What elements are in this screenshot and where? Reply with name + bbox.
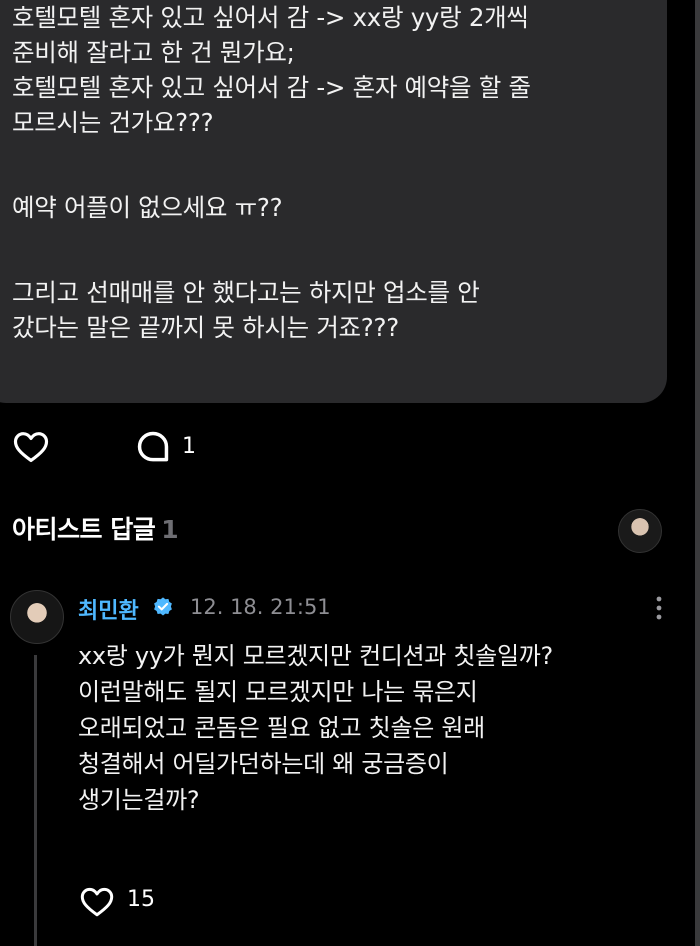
comment-line: xx랑 yy가 뭔지 모르겠지만 컨디션과 칫솔일까? <box>78 642 553 670</box>
comment-count: 1 <box>182 434 196 459</box>
comment-line: 오래되었고 콘돔은 필요 없고 칫솔은 원래 <box>78 714 485 742</box>
post-line: 그리고 선매매를 안 했다고는 하지만 업소를 안 <box>12 278 480 307</box>
post-line: 준비해 잘라고 한 건 뭔가요; <box>12 38 295 67</box>
more-options-icon[interactable] <box>652 594 666 624</box>
post-line: 갔다는 말은 끝까지 못 하시는 거죠??? <box>12 313 399 342</box>
verified-badge-icon <box>154 597 172 616</box>
comment-body: xx랑 yy가 뭔지 모르겠지만 컨디션과 칫솔일까? 이런말해도 될지 모르겠… <box>78 638 553 818</box>
post-line: 모르시는 건가요??? <box>12 108 214 137</box>
comment-timestamp: 12. 18. 21:51 <box>190 595 331 619</box>
post-line: 호텔모텔 혼자 있고 싶어서 감 -> xx랑 yy랑 2개씩 <box>12 3 529 32</box>
comment-line: 청결해서 어딜가던하는데 왜 궁금증이 <box>78 750 449 778</box>
post-line: 호텔모텔 혼자 있고 싶어서 감 -> 혼자 예약을 할 줄 <box>12 73 531 102</box>
post-line: 예약 어플이 없으세요 ㅠ?? <box>12 193 283 222</box>
artist-avatar[interactable] <box>618 509 662 553</box>
comment-like-count: 15 <box>127 887 155 912</box>
fan-community-post-view: 호텔모텔 혼자 있고 싶어서 감 -> xx랑 yy랑 2개씩 준비해 잘라고 … <box>0 0 700 946</box>
comment-author-name[interactable]: 최민환 <box>78 593 139 625</box>
comment-line: 생기는걸까? <box>78 786 200 814</box>
comment-line: 이런말해도 될지 모르겠지만 나는 묶은지 <box>78 678 478 706</box>
scroll-edge <box>695 0 700 946</box>
thread-line <box>34 655 37 946</box>
like-button[interactable] <box>12 428 52 468</box>
heart-icon <box>80 887 114 917</box>
comment-bubble-icon <box>137 431 169 462</box>
post-body: 호텔모텔 혼자 있고 싶어서 감 -> xx랑 yy랑 2개씩 준비해 잘라고 … <box>12 0 662 345</box>
artist-reply-header: 아티스트 답글 1 <box>12 510 179 546</box>
artist-reply-title: 아티스트 답글 <box>12 515 156 544</box>
artist-reply-count: 1 <box>161 515 179 544</box>
heart-icon <box>13 432 49 463</box>
comment-like-button[interactable] <box>78 884 116 920</box>
comment-author-avatar[interactable] <box>10 590 64 644</box>
comment-button[interactable] <box>134 428 174 468</box>
